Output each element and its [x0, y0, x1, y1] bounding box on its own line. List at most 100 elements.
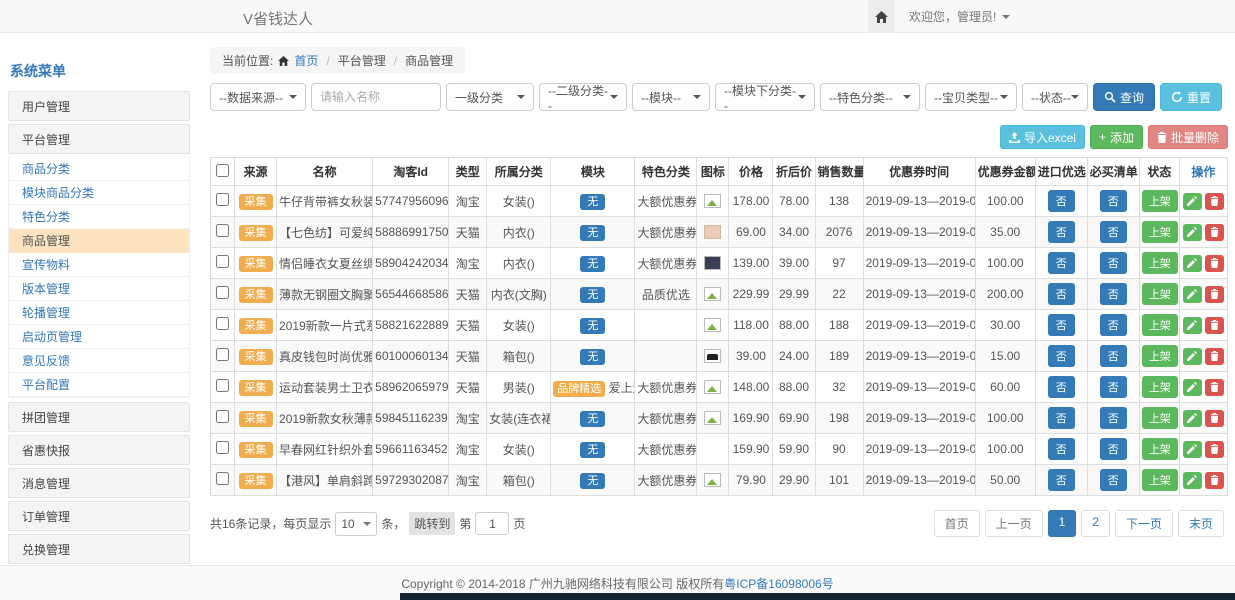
edit-button[interactable] [1183, 348, 1202, 365]
sidebar-subitem-active[interactable]: 商品管理 [9, 229, 189, 253]
name-search-input[interactable] [311, 83, 441, 111]
import-select-toggle[interactable]: 否 [1048, 221, 1075, 243]
must-buy-toggle[interactable]: 否 [1100, 190, 1127, 212]
row-checkbox[interactable] [216, 286, 229, 299]
pagination-button[interactable]: 下一页 [1115, 510, 1173, 537]
status-toggle[interactable]: 上架 [1142, 376, 1178, 398]
import-excel-button[interactable]: 导入excel [1000, 125, 1085, 149]
must-buy-toggle[interactable]: 否 [1100, 252, 1127, 274]
sidebar-item[interactable]: 订单管理 [8, 501, 190, 531]
row-checkbox[interactable] [216, 441, 229, 454]
add-button[interactable]: + 添加 [1090, 125, 1143, 149]
row-checkbox[interactable] [216, 410, 229, 423]
must-buy-toggle[interactable]: 否 [1100, 221, 1127, 243]
must-buy-toggle[interactable]: 否 [1100, 438, 1127, 460]
page-size-select[interactable]: 10 [335, 512, 377, 536]
module-badge[interactable]: 无 [580, 256, 605, 272]
row-checkbox[interactable] [216, 317, 229, 330]
filter-select[interactable]: --二级分类-- [539, 83, 627, 111]
must-buy-toggle[interactable]: 否 [1100, 314, 1127, 336]
delete-button[interactable] [1205, 193, 1224, 210]
filter-select[interactable]: 一级分类 [446, 83, 534, 111]
module-badge[interactable]: 无 [580, 194, 605, 210]
user-menu[interactable]: 欢迎您，管理员! [909, 8, 1010, 25]
row-checkbox[interactable] [216, 255, 229, 268]
filter-select[interactable]: --特色分类-- [820, 83, 920, 111]
module-badge[interactable]: 无 [580, 473, 605, 489]
sidebar-subitem[interactable]: 宣传物料 [9, 253, 189, 277]
filter-select[interactable]: --宝贝类型-- [925, 83, 1017, 111]
delete-button[interactable] [1205, 224, 1224, 241]
filter-select[interactable]: --模块下分类-- [715, 83, 815, 111]
sidebar-subitem[interactable]: 意见反馈 [9, 349, 189, 373]
import-select-toggle[interactable]: 否 [1048, 252, 1075, 274]
delete-button[interactable] [1205, 317, 1224, 334]
sidebar-subitem[interactable]: 启动页管理 [9, 325, 189, 349]
pagination-button[interactable]: 末页 [1178, 510, 1224, 537]
import-select-toggle[interactable]: 否 [1048, 345, 1075, 367]
module-badge[interactable]: 无 [580, 411, 605, 427]
icp-link[interactable]: 粤ICP备16098006号 [724, 575, 833, 592]
sidebar-subitem[interactable]: 特色分类 [9, 205, 189, 229]
status-toggle[interactable]: 上架 [1142, 314, 1178, 336]
delete-button[interactable] [1205, 348, 1224, 365]
module-badge[interactable]: 无 [580, 318, 605, 334]
module-badge[interactable]: 无 [580, 225, 605, 241]
status-toggle[interactable]: 上架 [1142, 438, 1178, 460]
jump-page-input[interactable] [475, 512, 509, 535]
module-badge[interactable]: 无 [580, 287, 605, 303]
edit-button[interactable] [1183, 317, 1202, 334]
sidebar-subitem[interactable]: 商品分类 [9, 157, 189, 181]
must-buy-toggle[interactable]: 否 [1100, 469, 1127, 491]
edit-button[interactable] [1183, 255, 1202, 272]
row-checkbox[interactable] [216, 224, 229, 237]
edit-button[interactable] [1183, 410, 1202, 427]
row-checkbox[interactable] [216, 348, 229, 361]
import-select-toggle[interactable]: 否 [1048, 407, 1075, 429]
pagination-button[interactable]: 首页 [934, 510, 980, 537]
sidebar-item[interactable]: 兑换管理 [8, 534, 190, 564]
search-button[interactable]: 查询 [1093, 83, 1155, 111]
row-checkbox[interactable] [216, 379, 229, 392]
module-badge[interactable]: 品牌精选 [553, 381, 605, 397]
sidebar-item[interactable]: 平台管理 [8, 124, 190, 154]
pagination-button[interactable]: 2 [1081, 510, 1110, 537]
import-select-toggle[interactable]: 否 [1048, 469, 1075, 491]
jump-button[interactable]: 跳转到 [409, 512, 455, 535]
import-select-toggle[interactable]: 否 [1048, 314, 1075, 336]
must-buy-toggle[interactable]: 否 [1100, 376, 1127, 398]
edit-button[interactable] [1183, 379, 1202, 396]
edit-button[interactable] [1183, 441, 1202, 458]
import-select-toggle[interactable]: 否 [1048, 376, 1075, 398]
edit-button[interactable] [1183, 472, 1202, 489]
delete-button[interactable] [1205, 255, 1224, 272]
edit-button[interactable] [1183, 193, 1202, 210]
sidebar-subitem[interactable]: 平台配置 [9, 373, 189, 397]
import-select-toggle[interactable]: 否 [1048, 438, 1075, 460]
sidebar-item[interactable]: 消息管理 [8, 468, 190, 498]
sidebar-item[interactable]: 拼团管理 [8, 402, 190, 432]
batch-delete-button[interactable]: 批量删除 [1148, 125, 1228, 149]
edit-button[interactable] [1183, 224, 1202, 241]
filter-select[interactable]: --数据来源-- [210, 83, 306, 111]
row-checkbox[interactable] [216, 193, 229, 206]
select-all-checkbox[interactable] [216, 164, 229, 177]
status-toggle[interactable]: 上架 [1142, 407, 1178, 429]
sidebar-subitem[interactable]: 模块商品分类 [9, 181, 189, 205]
delete-button[interactable] [1205, 379, 1224, 396]
delete-button[interactable] [1205, 441, 1224, 458]
delete-button[interactable] [1205, 472, 1224, 489]
pagination-button[interactable]: 上一页 [985, 510, 1043, 537]
module-badge[interactable]: 无 [580, 442, 605, 458]
filter-select[interactable]: --模块-- [632, 83, 710, 111]
status-toggle[interactable]: 上架 [1142, 190, 1178, 212]
row-checkbox[interactable] [216, 472, 229, 485]
delete-button[interactable] [1205, 286, 1224, 303]
sidebar-item[interactable]: 省惠快报 [8, 435, 190, 465]
must-buy-toggle[interactable]: 否 [1100, 283, 1127, 305]
import-select-toggle[interactable]: 否 [1048, 190, 1075, 212]
module-badge[interactable]: 无 [580, 349, 605, 365]
must-buy-toggle[interactable]: 否 [1100, 345, 1127, 367]
edit-button[interactable] [1183, 286, 1202, 303]
status-toggle[interactable]: 上架 [1142, 221, 1178, 243]
